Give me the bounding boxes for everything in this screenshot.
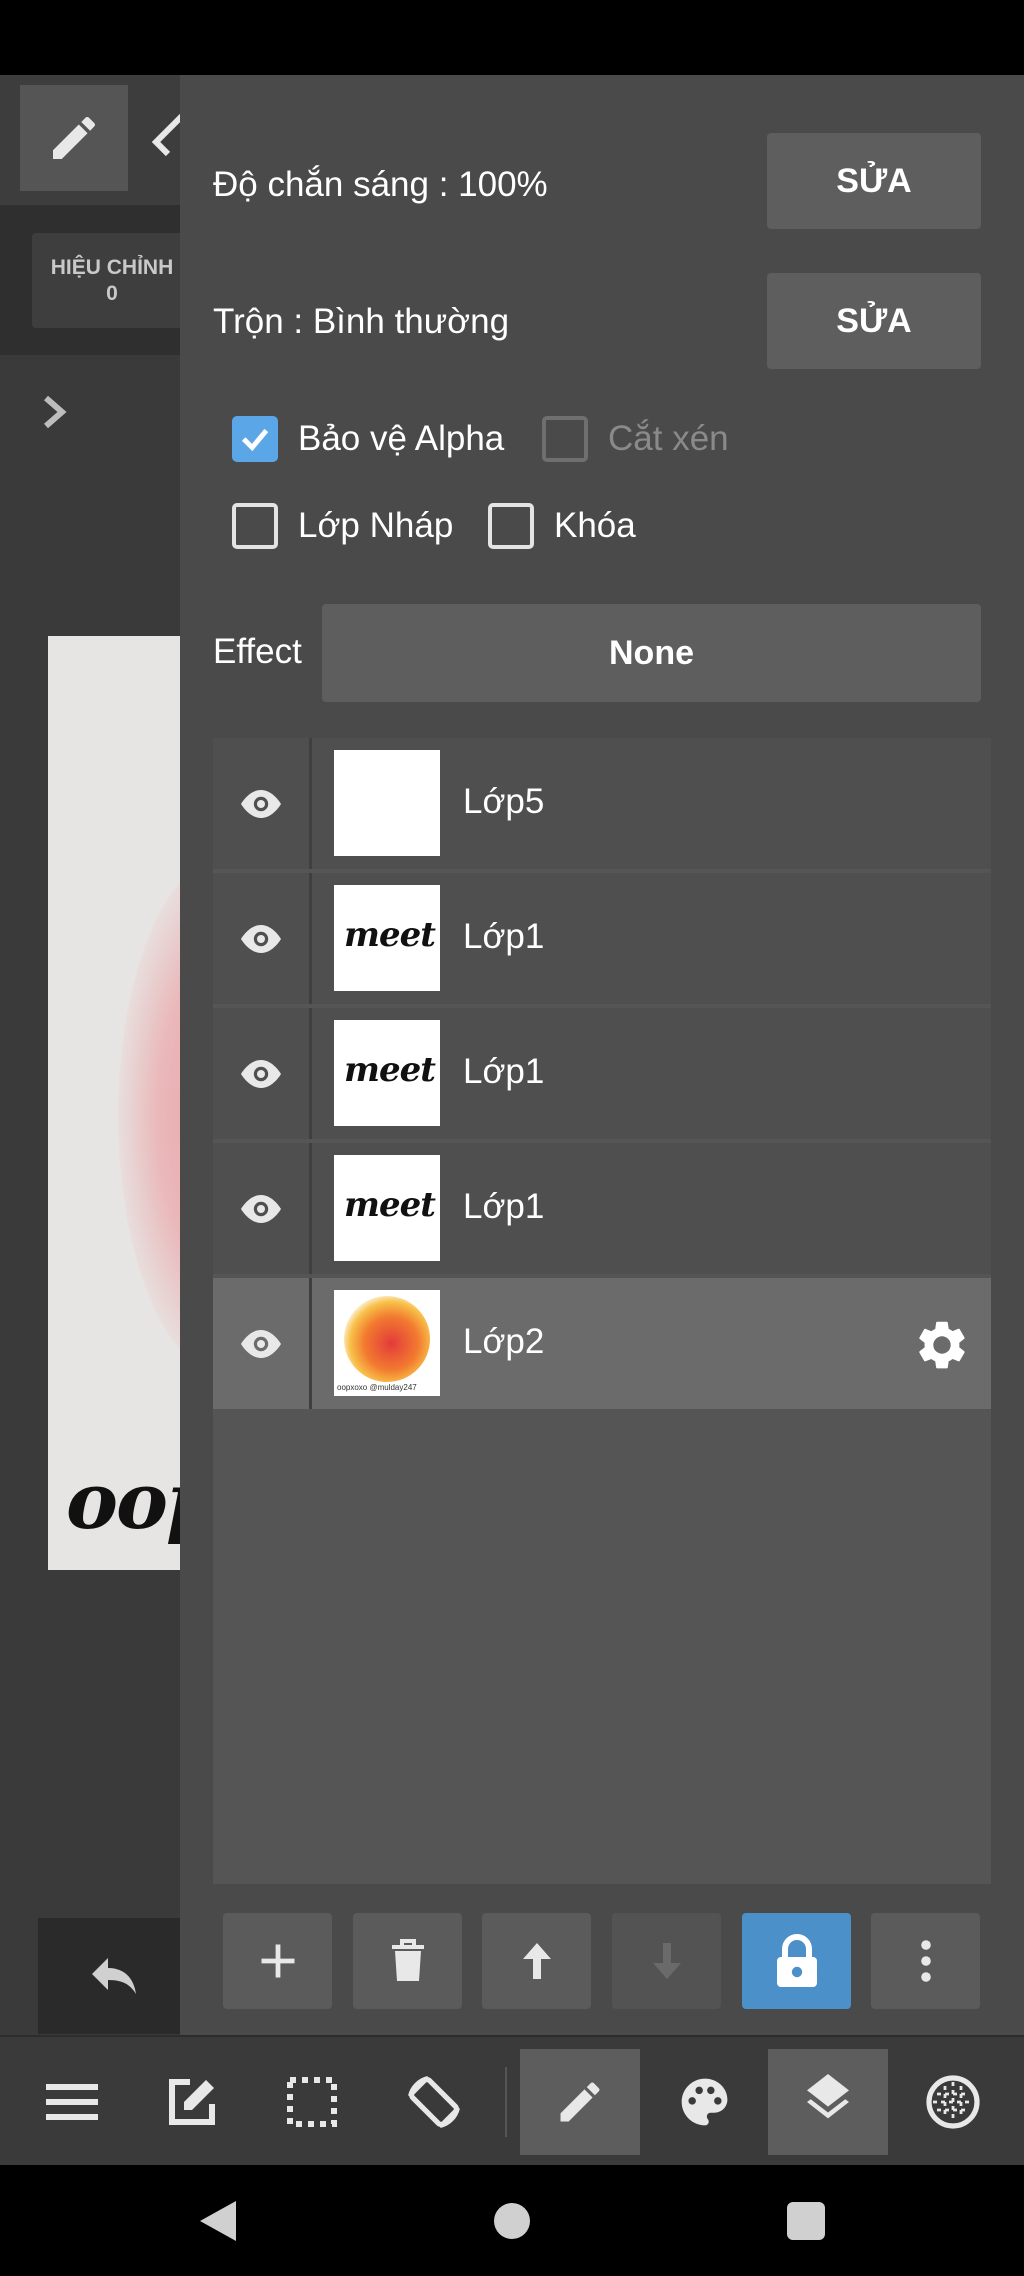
layer-row[interactable]: meet Lớp1	[213, 1143, 991, 1274]
visibility-eye-icon[interactable]	[233, 776, 289, 832]
row-divider	[309, 1008, 312, 1139]
bottom-toolbar	[0, 2035, 1024, 2165]
grid-button[interactable]	[893, 2049, 1013, 2155]
visibility-eye-icon[interactable]	[233, 1181, 289, 1237]
layer-list: Lớp5 meet Lớp1 meet Lớp1 meet Lớp1 oopxo…	[213, 738, 991, 1884]
opacity-edit-button[interactable]: SỬA	[767, 133, 981, 229]
visibility-eye-icon[interactable]	[233, 1316, 289, 1372]
undo-button[interactable]	[38, 1918, 190, 2034]
checkbox-checked-icon	[232, 416, 278, 462]
layer-row[interactable]: meet Lớp1	[213, 1008, 991, 1139]
rotate-screen-button[interactable]	[374, 2049, 494, 2155]
adjust-label: HIỆU CHỈNH	[50, 256, 174, 279]
add-icon	[261, 1944, 294, 1978]
gear-icon[interactable]	[913, 1316, 971, 1374]
layer-thumbnail: oopxoxo @mulday247	[334, 1290, 440, 1396]
blend-edit-button[interactable]: SỬA	[767, 273, 981, 369]
alpha-protect-checkbox[interactable]: Bảo vệ Alpha	[232, 416, 504, 462]
layer-name: Lớp2	[463, 1322, 545, 1361]
layer-row[interactable]: Lớp5	[213, 738, 991, 869]
lock-icon	[776, 1934, 817, 1987]
draft-layer-label: Lớp Nháp	[298, 506, 454, 545]
expand-chevron-icon[interactable]	[36, 392, 72, 432]
toolbar-divider	[505, 2067, 507, 2137]
row-divider	[309, 1278, 312, 1409]
thumbnail-lettering: meet	[344, 1050, 436, 1090]
selection-icon	[287, 2077, 337, 2127]
canvas-preview[interactable]: oop	[48, 636, 188, 1570]
layers-button[interactable]	[768, 2049, 888, 2155]
pen-icon	[53, 116, 96, 159]
layer-name: Lớp1	[463, 1052, 545, 1091]
layer-more-options-button[interactable]	[871, 1913, 980, 2009]
more-vert-icon	[920, 1940, 931, 1982]
layer-thumbnail: meet	[334, 885, 440, 991]
nav-back-button[interactable]	[190, 2193, 246, 2249]
palette-button[interactable]	[645, 2049, 765, 2155]
thumbnail-caption: oopxoxo @mulday247	[337, 1383, 417, 1392]
delete-layer-button[interactable]	[353, 1913, 462, 2009]
canvas-watercolor	[118, 856, 188, 1376]
pen-tool-button[interactable]	[20, 85, 128, 191]
lock-layer-button[interactable]	[742, 1913, 851, 2009]
grid-icon	[926, 2075, 980, 2129]
brush-button[interactable]	[520, 2049, 640, 2155]
opacity-label: Độ chắn sáng : 100%	[213, 165, 548, 204]
palette-icon	[681, 2078, 728, 2126]
alpha-protect-label: Bảo vệ Alpha	[298, 419, 505, 458]
row-divider	[309, 1143, 312, 1274]
row-divider	[309, 873, 312, 1004]
arrow-down-icon	[652, 1943, 681, 1979]
thumbnail-lettering: meet	[344, 1185, 436, 1225]
status-bar	[0, 0, 1024, 75]
checkbox-empty-icon	[488, 503, 534, 549]
arrow-up-icon	[522, 1943, 551, 1979]
rotate-screen-icon	[408, 2076, 460, 2128]
brush-icon	[560, 2082, 600, 2122]
thumbnail-watercolor	[344, 1296, 430, 1382]
add-layer-button[interactable]	[223, 1913, 332, 2009]
trash-icon	[391, 1939, 424, 1981]
layer-name: Lớp5	[463, 782, 545, 821]
back-triangle-icon	[200, 2201, 236, 2241]
recents-square-icon	[787, 2202, 825, 2240]
canvas-lettering: oop	[66, 1456, 188, 1547]
edit-button[interactable]	[132, 2049, 252, 2155]
checkbox-empty-icon	[232, 503, 278, 549]
layer-thumbnail: meet	[334, 1155, 440, 1261]
home-circle-icon	[494, 2203, 530, 2239]
adjust-value: 0	[106, 282, 118, 305]
menu-button[interactable]	[12, 2049, 132, 2155]
nav-recents-button[interactable]	[778, 2193, 834, 2249]
layer-thumbnail: meet	[334, 1020, 440, 1126]
thumbnail-lettering: meet	[344, 915, 436, 955]
visibility-eye-icon[interactable]	[233, 911, 289, 967]
row-divider	[309, 738, 312, 869]
move-layer-down-button[interactable]	[612, 1913, 721, 2009]
system-navigation-bar	[0, 2165, 1024, 2276]
effect-select-button[interactable]: None	[322, 604, 981, 702]
layer-name: Lớp1	[463, 1187, 545, 1226]
selection-button[interactable]	[252, 2049, 372, 2155]
draft-layer-checkbox[interactable]: Lớp Nháp	[232, 503, 453, 549]
clipping-checkbox: Cắt xén	[542, 416, 729, 462]
layer-row-selected[interactable]: oopxoxo @mulday247 Lớp2	[213, 1278, 991, 1409]
lock-checkbox[interactable]: Khóa	[488, 503, 636, 549]
undo-icon	[92, 1958, 136, 1994]
layers-icon	[807, 2074, 849, 2119]
move-layer-up-button[interactable]	[482, 1913, 591, 2009]
nav-home-button[interactable]	[484, 2193, 540, 2249]
clipping-label: Cắt xén	[608, 419, 729, 458]
lock-label: Khóa	[554, 506, 636, 545]
layer-thumbnail	[334, 750, 440, 856]
blend-mode-label: Trộn : Bình thường	[213, 302, 510, 341]
menu-icon	[46, 2084, 98, 2120]
layer-name: Lớp1	[463, 917, 545, 956]
effect-label: Effect	[213, 632, 302, 671]
checkbox-empty-icon	[542, 416, 588, 462]
adjust-control[interactable]: HIỆU CHỈNH 0	[32, 233, 192, 328]
edit-square-icon	[169, 2079, 215, 2125]
layer-row[interactable]: meet Lớp1	[213, 873, 991, 1004]
visibility-eye-icon[interactable]	[233, 1046, 289, 1102]
